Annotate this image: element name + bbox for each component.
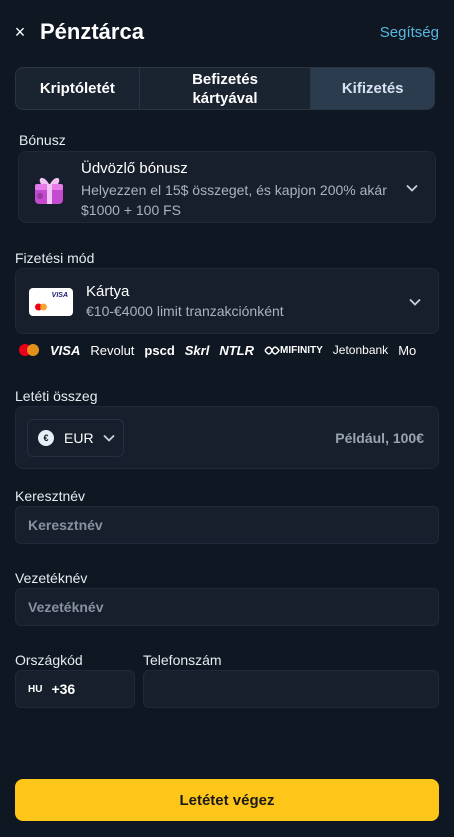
card-icon: VISA [29, 288, 73, 316]
more-methods-logo: Mo [398, 342, 417, 358]
header: × Pénztárca Segítség [0, 0, 454, 64]
bonus-label: Bónusz [19, 132, 66, 148]
page-title: Pénztárca [40, 19, 144, 44]
deposit-tabs: Kriptóletét Befizetés kártyával Kifizeté… [15, 67, 435, 110]
country-code-label: Országkód [15, 652, 83, 668]
last-name-label: Vezetéknév [15, 570, 88, 586]
last-name-input[interactable]: Vezetéknév [15, 588, 439, 626]
country-code-select[interactable]: HU +36 [15, 670, 135, 708]
help-link[interactable]: Segítség [380, 24, 439, 41]
amount-label: Letéti összeg [15, 388, 98, 404]
first-name-label: Keresztnév [15, 488, 86, 504]
payment-method-select[interactable]: VISA Kártya €10-€4000 limit tranzakciónk… [15, 268, 439, 334]
flag-icon: HU [28, 683, 43, 695]
chevron-down-icon [406, 184, 418, 192]
mastercard-icon [35, 303, 47, 311]
amount-field: € EUR Például, 100€ [15, 406, 439, 469]
mifinity-logo: MIFINITY [264, 345, 323, 356]
neteller-logo: NTLR [219, 342, 255, 358]
payment-method-limit: €10-€4000 limit tranzakciónként [86, 303, 284, 319]
chevron-down-icon [409, 298, 421, 306]
euro-icon: € [38, 430, 54, 446]
mastercard-icon [19, 344, 39, 356]
jetonbank-logo: Jetonbank [332, 343, 389, 357]
revolut-logo: Revolut [90, 342, 135, 358]
payment-methods-strip: VISA Revolut pscd Skrl NTLR MIFINITY Jet… [18, 341, 438, 359]
first-name-input[interactable]: Keresztnév [15, 506, 439, 544]
phone-label: Telefonszám [143, 652, 222, 668]
tab-crypto[interactable]: Kriptóletét [16, 68, 140, 109]
payment-method-title: Kártya [86, 283, 130, 300]
close-icon[interactable]: × [12, 22, 28, 42]
submit-deposit-button[interactable]: Letétet végez [15, 779, 439, 821]
currency-value: EUR [64, 430, 94, 446]
visa-logo: VISA [50, 342, 81, 358]
chevron-down-icon [102, 434, 115, 442]
mifinity-label: MIFINITY [280, 344, 323, 356]
paysafecard-logo: pscd [144, 342, 175, 358]
mifinity-icon [264, 345, 280, 355]
visa-logo: VISA [51, 292, 68, 299]
country-code-value: +36 [51, 681, 76, 697]
phone-input[interactable] [143, 670, 439, 708]
payment-method-label: Fizetési mód [15, 250, 95, 266]
bonus-description: Helyezzen el 15$ összeget, és kapjon 200… [81, 182, 387, 218]
gift-icon [35, 177, 63, 204]
tab-withdraw[interactable]: Kifizetés [311, 68, 434, 109]
currency-select[interactable]: € EUR [27, 419, 124, 457]
tab-card-deposit[interactable]: Befizetés kártyával [140, 68, 312, 109]
amount-input[interactable]: Például, 100€ [335, 430, 424, 446]
bonus-title: Üdvözlő bónusz [81, 160, 188, 177]
skrill-logo: Skrl [184, 342, 210, 358]
bonus-select[interactable]: Üdvözlő bónusz Helyezzen el 15$ összeget… [18, 151, 436, 223]
